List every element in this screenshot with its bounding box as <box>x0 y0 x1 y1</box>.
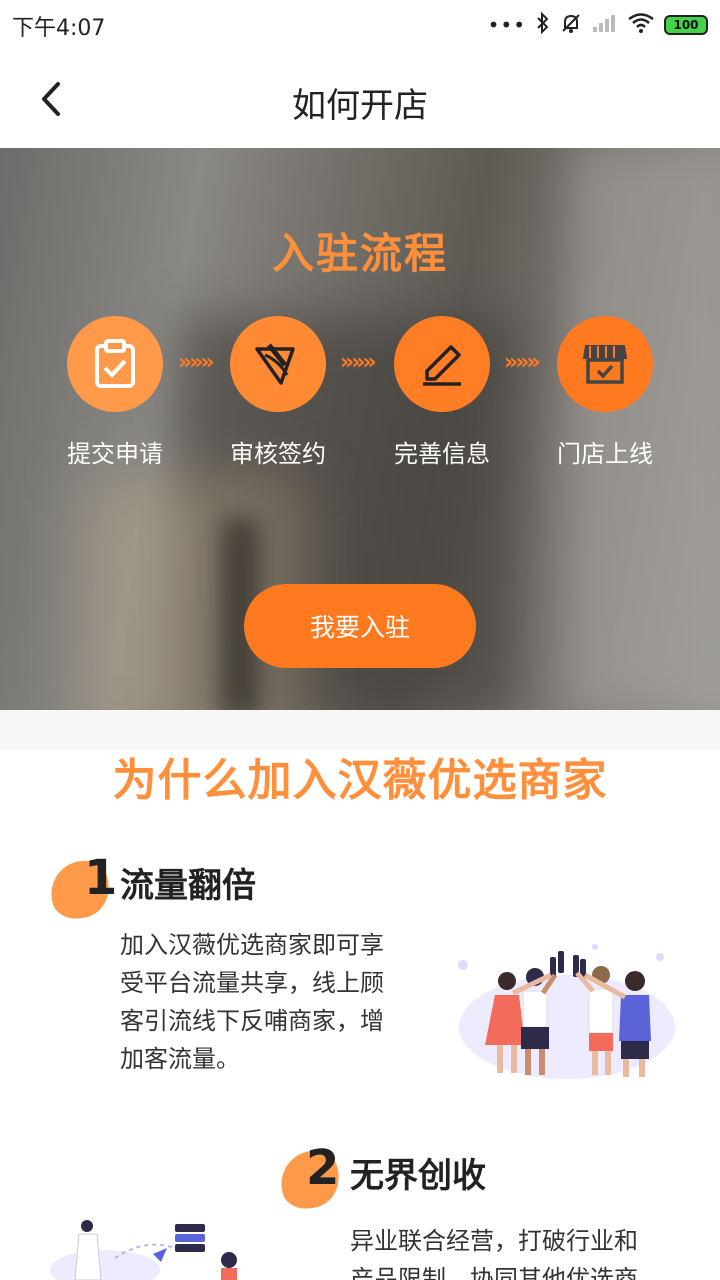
edit-pencil-icon <box>394 316 490 412</box>
network-illustration <box>45 1218 305 1280</box>
sign-pen-icon <box>230 316 326 412</box>
status-icons: ••• 100 <box>487 11 708 38</box>
process-title: 入驻流程 <box>271 229 448 278</box>
mute-bell-icon <box>560 12 582 38</box>
signal-icon <box>592 13 618 37</box>
page-title: 如何开店 <box>292 86 428 126</box>
bluetooth-icon <box>536 11 550 38</box>
feature-number: 1 <box>84 850 118 906</box>
status-time: 下午4:07 <box>12 16 106 41</box>
storefront-icon <box>557 316 653 412</box>
feature-description: 加入汉薇优选商家即可享 受平台流量共享，线上顾 客引流线下反哺商家，增 加客流量… <box>120 931 384 1073</box>
feature-title: 无界创收 <box>350 1156 486 1196</box>
title-bar: 如何开店 <box>0 50 720 148</box>
why-join-title: 为什么加入汉薇优选商家 <box>112 755 608 806</box>
celebration-illustration <box>455 935 675 1089</box>
hero-banner: 入驻流程 提交申请 »»» 审核签约 »»» 完善信息 »»» 门店上线 我要入… <box>0 148 720 710</box>
feature-description: 异业联合经营，打破行业和 产品限制，协同其他优选商 <box>350 1227 638 1280</box>
more-dots-icon: ••• <box>487 13 526 37</box>
wifi-icon <box>628 13 654 37</box>
battery-icon: 100 <box>664 15 708 35</box>
step-label: 完善信息 <box>394 440 490 468</box>
step-review: 审核签约 <box>198 316 358 469</box>
step-label: 提交申请 <box>67 440 163 468</box>
clipboard-check-icon <box>67 316 163 412</box>
step-submit: 提交申请 <box>35 316 195 469</box>
step-complete-info: 完善信息 <box>362 316 522 469</box>
status-bar: 下午4:07 ••• 100 <box>0 0 720 50</box>
feature-title: 流量翻倍 <box>120 866 256 906</box>
step-label: 审核签约 <box>230 440 326 468</box>
step-label: 门店上线 <box>557 440 653 468</box>
step-store-online: 门店上线 <box>525 316 685 469</box>
join-button[interactable]: 我要入驻 <box>244 584 476 668</box>
feature-number: 2 <box>306 1140 340 1196</box>
